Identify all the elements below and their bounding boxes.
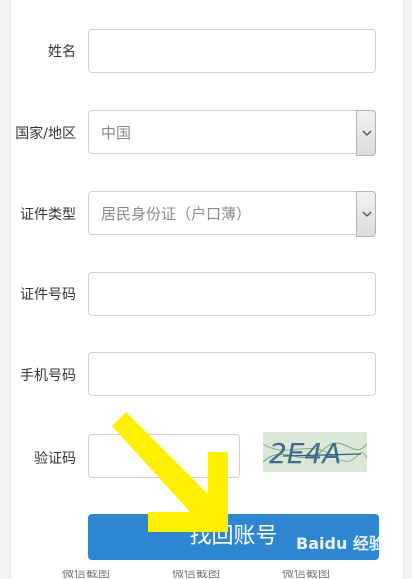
id-type-dropdown-button[interactable] xyxy=(356,191,376,237)
bottom-tab[interactable]: 微信截图 xyxy=(282,570,330,579)
captcha-image[interactable]: 2E4A xyxy=(263,432,367,472)
id-number-input[interactable] xyxy=(88,272,376,316)
name-input[interactable] xyxy=(88,29,376,73)
captcha-input[interactable] xyxy=(88,434,240,478)
id-number-label: 证件号码 xyxy=(20,287,76,303)
bottom-tab-strip: 微信截图 微信截图 微信截图 xyxy=(0,570,412,579)
bottom-tab[interactable]: 微信截图 xyxy=(62,570,110,579)
phone-label: 手机号码 xyxy=(20,368,76,384)
country-label: 国家/地区 xyxy=(15,126,76,142)
id-type-label: 证件类型 xyxy=(20,207,76,223)
country-select[interactable]: 中国 xyxy=(88,110,376,156)
id-type-select-value: 居民身份证（户口薄） xyxy=(101,205,252,223)
chevron-down-icon xyxy=(362,211,372,217)
name-label: 姓名 xyxy=(48,44,76,60)
id-type-select[interactable]: 居民身份证（户口薄） xyxy=(88,191,376,237)
captcha-text: 2E4A xyxy=(269,437,341,470)
phone-input[interactable] xyxy=(88,352,376,396)
baidu-jingyan-watermark: Baidu 经验 xyxy=(296,534,385,553)
country-select-value: 中国 xyxy=(101,124,132,142)
bottom-tab[interactable]: 微信截图 xyxy=(172,570,220,579)
chevron-down-icon xyxy=(362,130,372,136)
captcha-label: 验证码 xyxy=(34,451,76,467)
country-dropdown-button[interactable] xyxy=(356,110,376,156)
